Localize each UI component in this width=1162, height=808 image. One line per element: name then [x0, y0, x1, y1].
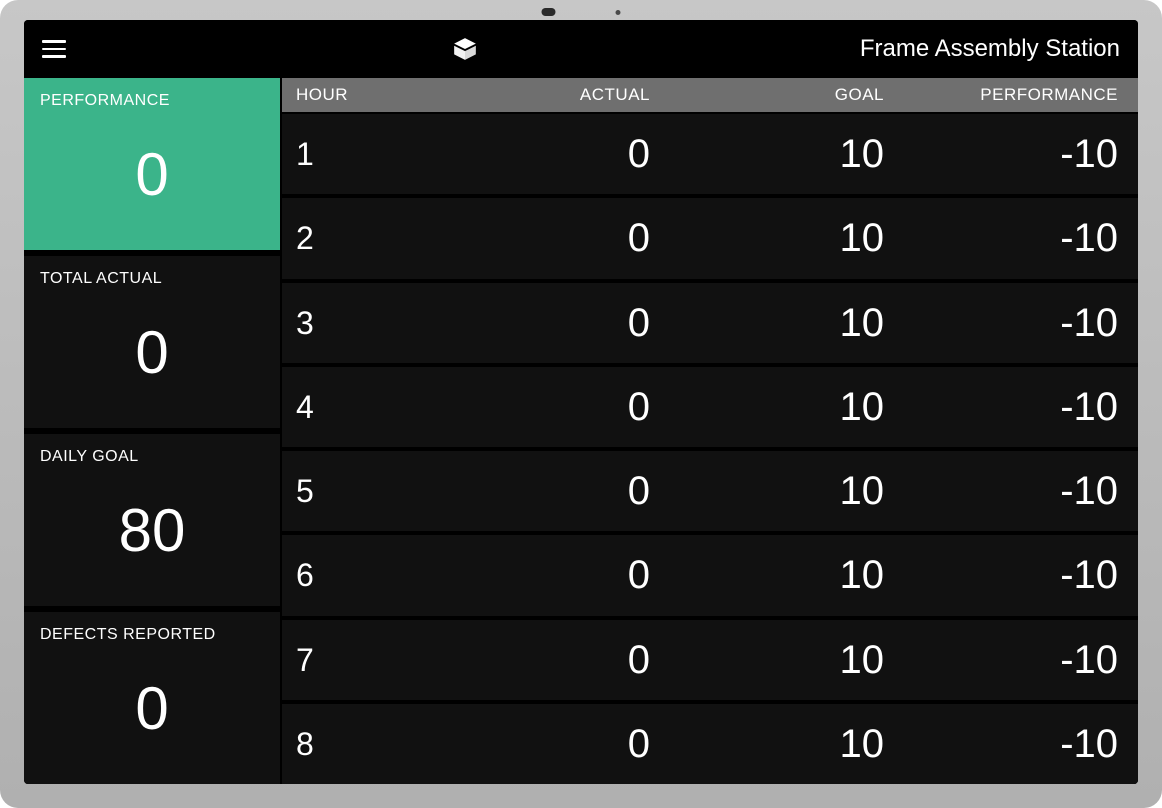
table-row[interactable]: 8010-10: [282, 704, 1138, 784]
performance-label: PERFORMANCE: [40, 92, 264, 110]
cell-actual: 0: [416, 134, 650, 174]
screen: Frame Assembly Station PERFORMANCE 0 TOT…: [24, 20, 1138, 784]
cell-performance: -10: [884, 640, 1118, 680]
station-title: Frame Assembly Station: [860, 35, 1120, 63]
camera-dot: [542, 8, 556, 16]
cell-goal: 10: [650, 555, 884, 595]
cell-performance: -10: [884, 303, 1118, 343]
app-header: Frame Assembly Station: [24, 20, 1138, 78]
logo-icon: [452, 36, 478, 62]
table-row[interactable]: 6010-10: [282, 535, 1138, 615]
cell-hour: 5: [296, 475, 416, 507]
camera-dot-small: [616, 10, 621, 15]
cell-hour: 4: [296, 391, 416, 423]
performance-card[interactable]: PERFORMANCE 0: [24, 78, 280, 250]
cell-actual: 0: [416, 303, 650, 343]
cell-actual: 0: [416, 218, 650, 258]
table-body: 1010-102010-103010-104010-105010-106010-…: [282, 112, 1138, 784]
table-row[interactable]: 1010-10: [282, 114, 1138, 194]
summary-sidebar: PERFORMANCE 0 TOTAL ACTUAL 0 DAILY GOAL …: [24, 78, 280, 784]
table-row[interactable]: 4010-10: [282, 367, 1138, 447]
cell-performance: -10: [884, 387, 1118, 427]
cell-hour: 2: [296, 222, 416, 254]
cell-actual: 0: [416, 471, 650, 511]
daily-goal-value: 80: [40, 466, 264, 596]
performance-value: 0: [40, 110, 264, 240]
table-row[interactable]: 7010-10: [282, 620, 1138, 700]
cell-goal: 10: [650, 640, 884, 680]
col-actual: ACTUAL: [416, 85, 650, 105]
hourly-table: HOUR ACTUAL GOAL PERFORMANCE 1010-102010…: [282, 78, 1138, 784]
cell-performance: -10: [884, 471, 1118, 511]
cell-goal: 10: [650, 134, 884, 174]
device-frame: Frame Assembly Station PERFORMANCE 0 TOT…: [0, 0, 1162, 808]
table-row[interactable]: 3010-10: [282, 283, 1138, 363]
cell-goal: 10: [650, 471, 884, 511]
cell-performance: -10: [884, 724, 1118, 764]
total-actual-label: TOTAL ACTUAL: [40, 270, 264, 288]
col-goal: GOAL: [650, 85, 884, 105]
cell-hour: 6: [296, 559, 416, 591]
cell-goal: 10: [650, 387, 884, 427]
cell-goal: 10: [650, 218, 884, 258]
cell-actual: 0: [416, 640, 650, 680]
cell-goal: 10: [650, 724, 884, 764]
cell-performance: -10: [884, 218, 1118, 258]
cell-hour: 8: [296, 728, 416, 760]
daily-goal-card[interactable]: DAILY GOAL 80: [24, 434, 280, 606]
hamburger-icon: [42, 40, 66, 43]
table-header-row: HOUR ACTUAL GOAL PERFORMANCE: [282, 78, 1138, 112]
defects-label: DEFECTS REPORTED: [40, 626, 264, 644]
device-camera: [542, 8, 621, 16]
cell-performance: -10: [884, 555, 1118, 595]
menu-button[interactable]: [42, 35, 70, 63]
cell-actual: 0: [416, 555, 650, 595]
total-actual-value: 0: [40, 288, 264, 418]
cell-performance: -10: [884, 134, 1118, 174]
daily-goal-label: DAILY GOAL: [40, 448, 264, 466]
cell-hour: 1: [296, 138, 416, 170]
dashboard-body: PERFORMANCE 0 TOTAL ACTUAL 0 DAILY GOAL …: [24, 78, 1138, 784]
total-actual-card[interactable]: TOTAL ACTUAL 0: [24, 256, 280, 428]
table-row[interactable]: 5010-10: [282, 451, 1138, 531]
cell-actual: 0: [416, 387, 650, 427]
cell-hour: 7: [296, 644, 416, 676]
table-row[interactable]: 2010-10: [282, 198, 1138, 278]
cell-hour: 3: [296, 307, 416, 339]
defects-card[interactable]: DEFECTS REPORTED 0: [24, 612, 280, 784]
defects-value: 0: [40, 644, 264, 774]
logo-wrap: [70, 36, 860, 62]
cell-goal: 10: [650, 303, 884, 343]
col-performance: PERFORMANCE: [884, 85, 1118, 105]
col-hour: HOUR: [296, 85, 416, 105]
cell-actual: 0: [416, 724, 650, 764]
